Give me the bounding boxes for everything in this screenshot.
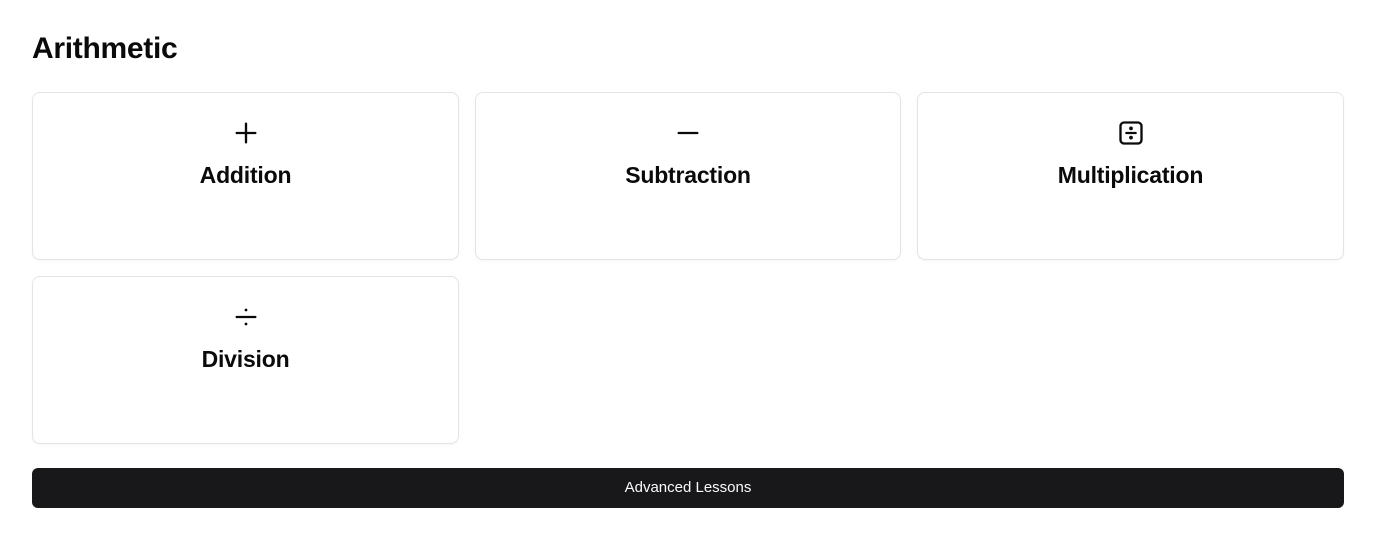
lesson-grid: Addition Subtraction Multiplication Divi…	[32, 92, 1344, 444]
page: Arithmetic Addition Subtraction Multipli…	[0, 0, 1376, 540]
card-label: Addition	[199, 162, 292, 188]
card-label: Division	[201, 346, 290, 372]
card-label: Multiplication	[1057, 162, 1204, 188]
square-divide-icon	[1117, 119, 1145, 147]
card-multiplication[interactable]: Multiplication	[917, 92, 1344, 260]
card-subtraction[interactable]: Subtraction	[475, 92, 901, 260]
divide-icon	[232, 303, 260, 331]
page-title: Arithmetic	[32, 32, 178, 65]
advanced-lessons-button[interactable]: Advanced Lessons	[32, 468, 1344, 508]
card-addition[interactable]: Addition	[32, 92, 459, 260]
card-label: Subtraction	[625, 162, 751, 188]
card-division[interactable]: Division	[32, 276, 459, 444]
minus-icon	[674, 119, 702, 147]
plus-icon	[232, 119, 260, 147]
